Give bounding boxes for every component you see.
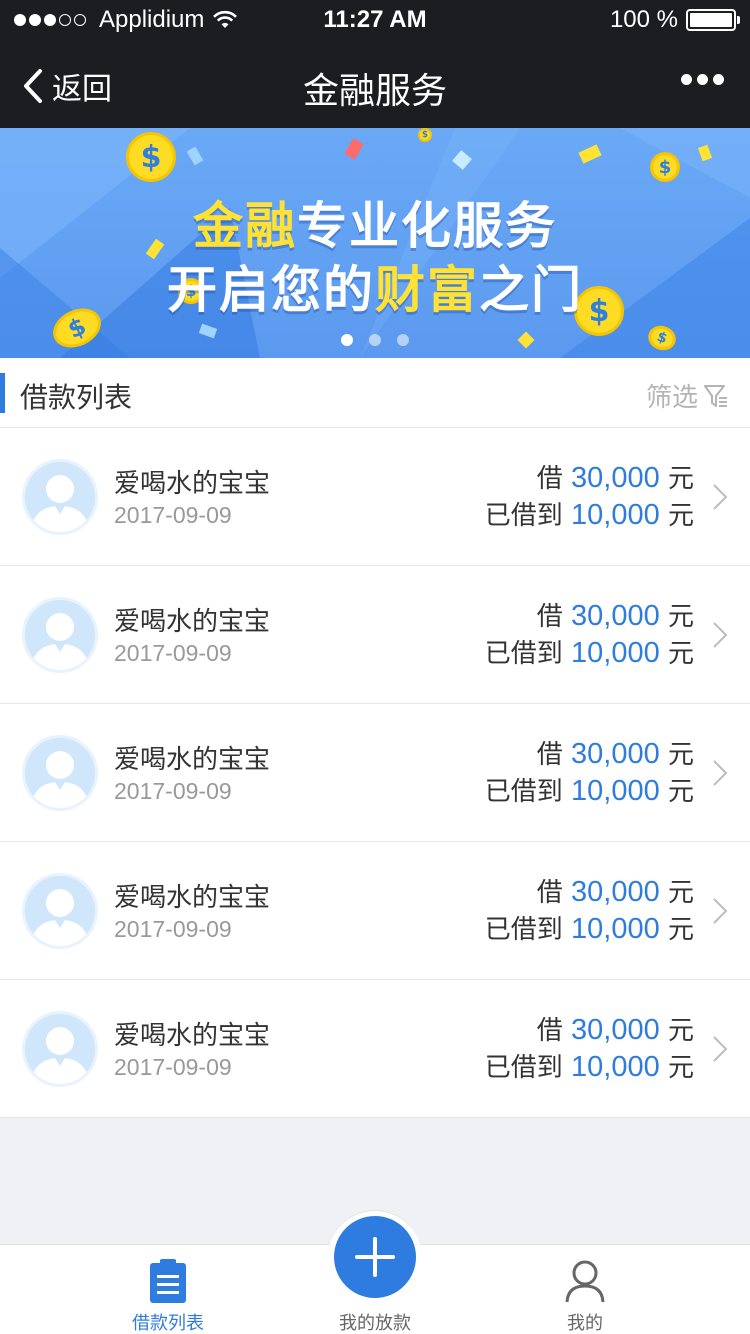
loan-amounts: 借 30,000 元 已借到 10,000 元 [485,460,694,534]
user-avatar-icon [31,889,89,946]
borrow-amount: 30,000 [571,1014,660,1046]
borrow-amount: 30,000 [571,876,660,908]
borrower-name: 爱喝水的宝宝 [114,1021,271,1051]
coin-icon: $ [650,152,680,182]
section-header: 借款列表 筛选 [0,358,750,428]
avatar [22,1011,98,1087]
chevron-right-icon [713,898,728,924]
coin-icon: $ [126,132,176,182]
user-avatar-icon [31,1027,89,1084]
pager-dot[interactable] [369,334,381,346]
received-amount: 10,000 [571,775,660,807]
borrower-name: 爱喝水的宝宝 [114,883,271,913]
tab-label: 我的 [567,1313,603,1334]
received-amount-line: 已借到 10,000 元 [484,637,694,669]
banner-headline-2: 开启您的财富之门 [167,261,583,319]
page-title: 金融服务 [302,71,447,112]
banner-pager [0,334,750,346]
battery-percent: 100 % [609,6,678,33]
loan-list-item[interactable]: 爱喝水的宝宝 2017-09-09 借 30,000 元 已借到 10,000 … [0,704,750,842]
promo-banner[interactable]: $ $ $ $ $ $ $ 金融专业化服务 开启您的财富之门 [0,128,750,358]
received-amount-line: 已借到 10,000 元 [484,499,694,531]
loan-amounts: 借 30,000 元 已借到 10,000 元 [485,736,694,810]
loan-amounts: 借 30,000 元 已借到 10,000 元 [485,874,694,948]
borrow-amount-line: 借 30,000 元 [536,600,694,632]
avatar [22,459,98,535]
received-amount-line: 已借到 10,000 元 [484,775,694,807]
status-bar: Applidium 11:27 AM 100 % [0,0,750,40]
loan-date: 2017-09-09 [114,640,232,666]
filter-funnel-icon [704,384,727,407]
received-amount-line: 已借到 10,000 元 [484,913,694,945]
loan-date: 2017-09-09 [114,1054,232,1080]
section-title: 借款列表 [20,381,133,414]
tab-label: 借款列表 [132,1313,204,1334]
chevron-right-icon [713,1036,728,1062]
tab-profile[interactable]: 我的 [505,1245,665,1334]
received-amount: 10,000 [571,913,660,945]
chevron-right-icon [713,760,728,786]
pager-dot[interactable] [341,334,353,346]
loan-list-item[interactable]: 爱喝水的宝宝 2017-09-09 借 30,000 元 已借到 10,000 … [0,842,750,980]
user-icon [565,1260,605,1303]
user-avatar-icon [31,751,89,808]
clipboard-list-icon [150,1259,186,1303]
coin-icon: $ [418,128,432,142]
borrower-name: 爱喝水的宝宝 [114,745,271,775]
status-right: 100 % [609,6,740,34]
borrow-amount-line: 借 30,000 元 [536,738,694,770]
borrow-amount-line: 借 30,000 元 [536,876,694,908]
more-dots-icon[interactable] [676,74,724,85]
borrow-amount: 30,000 [571,462,660,494]
pager-dot[interactable] [397,334,409,346]
loan-list-item[interactable]: 爱喝水的宝宝 2017-09-09 借 30,000 元 已借到 10,000 … [0,980,750,1118]
tab-label: 我的放款 [339,1313,411,1334]
borrower-name: 爱喝水的宝宝 [114,607,271,637]
tab-loan-list[interactable]: 借款列表 [88,1245,248,1334]
section-accent-bar [0,373,5,413]
banner-headline-1: 金融专业化服务 [193,197,557,255]
loan-date: 2017-09-09 [114,502,232,528]
avatar [22,735,98,811]
loan-amounts: 借 30,000 元 已借到 10,000 元 [485,1012,694,1086]
received-amount: 10,000 [571,499,660,531]
borrow-amount-line: 借 30,000 元 [536,462,694,494]
loan-date: 2017-09-09 [114,778,232,804]
loan-list: 爱喝水的宝宝 2017-09-09 借 30,000 元 已借到 10,000 … [0,428,750,1118]
loan-amounts: 借 30,000 元 已借到 10,000 元 [485,598,694,672]
received-amount-line: 已借到 10,000 元 [484,1051,694,1083]
nav-bar: 返回 金融服务 [0,40,750,128]
chevron-right-icon [713,622,728,648]
received-amount: 10,000 [571,1051,660,1083]
loan-date: 2017-09-09 [114,916,232,942]
borrow-amount: 30,000 [571,600,660,632]
add-loan-button[interactable] [334,1216,416,1298]
user-avatar-icon [31,475,89,532]
user-avatar-icon [31,613,89,670]
plus-icon [355,1237,395,1277]
filter-button[interactable]: 筛选 [646,377,730,414]
chevron-right-icon [713,484,728,510]
avatar [22,873,98,949]
borrow-amount: 30,000 [571,738,660,770]
filter-label: 筛选 [645,383,698,413]
received-amount: 10,000 [571,637,660,669]
loan-list-item[interactable]: 爱喝水的宝宝 2017-09-09 借 30,000 元 已借到 10,000 … [0,428,750,566]
loan-list-item[interactable]: 爱喝水的宝宝 2017-09-09 借 30,000 元 已借到 10,000 … [0,566,750,704]
borrower-name: 爱喝水的宝宝 [114,469,271,499]
avatar [22,597,98,673]
borrow-amount-line: 借 30,000 元 [536,1014,694,1046]
battery-icon [686,9,740,31]
